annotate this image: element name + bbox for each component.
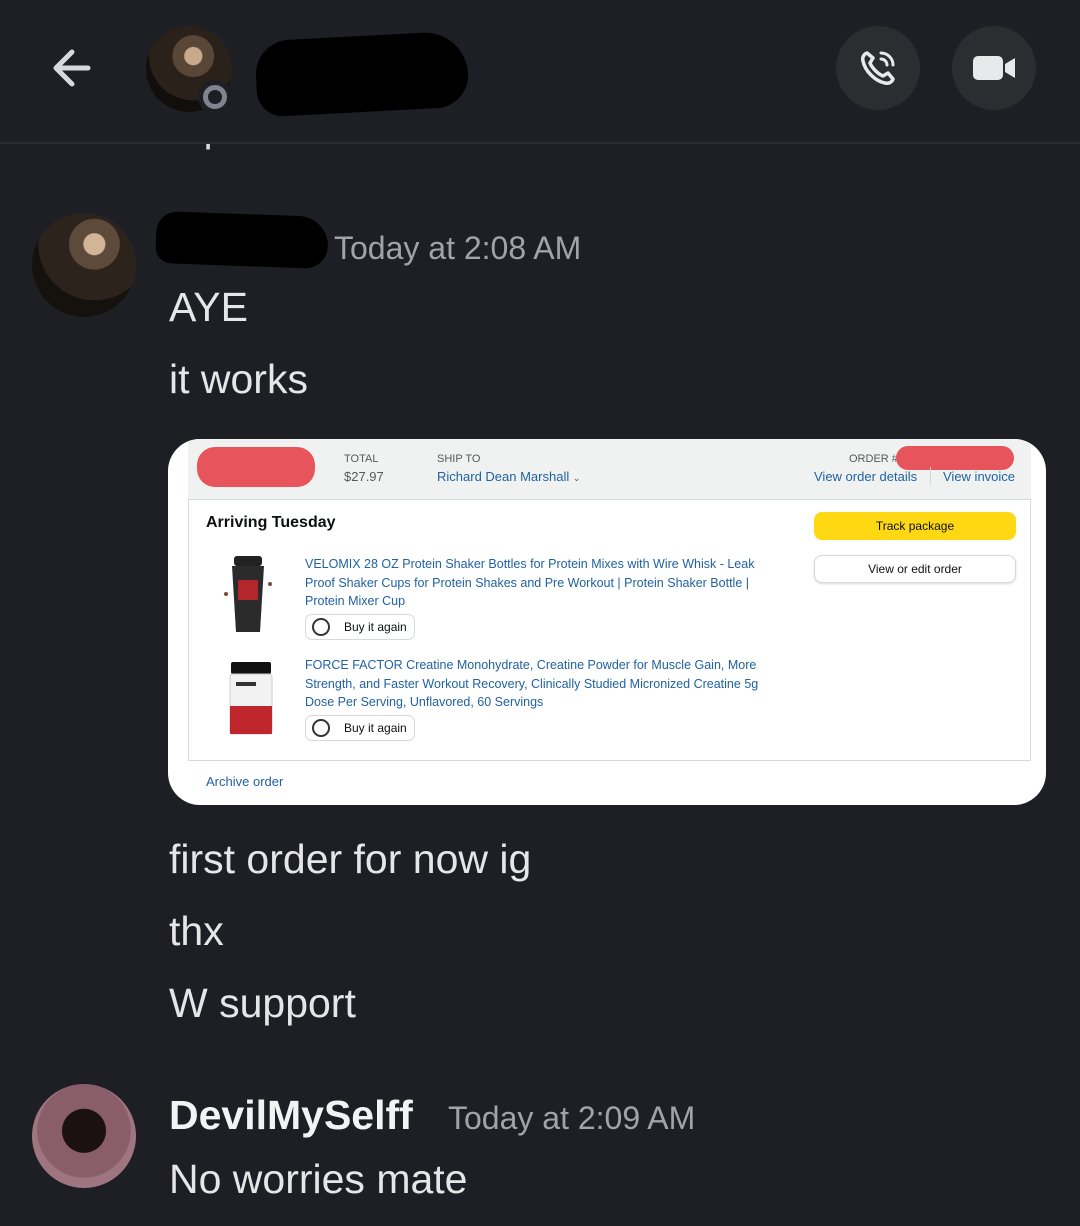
arrow-left-icon xyxy=(53,49,91,87)
view-edit-order-button[interactable]: View or edit order xyxy=(814,555,1016,583)
reorder-icon xyxy=(312,719,330,737)
voice-call-button[interactable] xyxy=(836,26,920,110)
divider xyxy=(930,467,931,485)
message-text: it works xyxy=(169,356,308,402)
track-package-button[interactable]: Track package xyxy=(814,512,1016,540)
chat-header xyxy=(0,0,1080,144)
view-invoice-link[interactable]: View invoice xyxy=(943,469,1015,484)
archive-order-link[interactable]: Archive order xyxy=(206,774,283,789)
total-value: $27.97 xyxy=(344,469,384,484)
ship-to-label: SHIP TO xyxy=(437,453,481,465)
message-text: No worries mate xyxy=(169,1156,468,1202)
image-attachment[interactable]: TOTAL $27.97 SHIP TO Richard Dean Marsha… xyxy=(168,439,1046,805)
reorder-icon xyxy=(312,618,330,636)
phone-call-icon xyxy=(861,51,895,85)
order-number-label: ORDER # xyxy=(849,453,898,465)
shaker-bottle-image xyxy=(224,556,272,632)
buy-it-again-label: Buy it again xyxy=(344,721,407,735)
delivery-status: Arriving Tuesday xyxy=(206,514,336,531)
message-timestamp: Today at 2:08 AM xyxy=(334,230,582,266)
buy-it-again-button[interactable]: Buy it again xyxy=(305,715,415,741)
buy-it-again-label: Buy it again xyxy=(344,620,407,634)
creatine-tub-image xyxy=(229,662,273,735)
product-title-link[interactable]: VELOMIX 28 OZ Protein Shaker Bottles for… xyxy=(305,555,785,611)
ship-to-name-text: Richard Dean Marshall xyxy=(437,469,570,484)
view-order-details-link[interactable]: View order details xyxy=(814,469,917,484)
back-button[interactable] xyxy=(44,40,104,96)
author-username[interactable]: DevilMySelff xyxy=(169,1092,413,1139)
video-call-button[interactable] xyxy=(952,26,1036,110)
redaction-mark xyxy=(197,447,315,487)
video-camera-icon xyxy=(973,56,1015,80)
author-avatar[interactable] xyxy=(32,213,136,317)
redacted-contact-name xyxy=(254,30,470,118)
redaction-mark xyxy=(896,446,1014,470)
offline-status-indicator xyxy=(198,80,232,114)
chevron-down-icon: ⌄ xyxy=(572,473,581,483)
message-text: W support xyxy=(169,980,356,1026)
message-text: first order for now ig xyxy=(169,836,532,882)
author-avatar[interactable] xyxy=(32,1084,136,1188)
redacted-author-name xyxy=(155,211,329,269)
message-timestamp: Today at 2:09 AM xyxy=(448,1100,696,1136)
total-label: TOTAL xyxy=(344,453,379,465)
ship-to-name[interactable]: Richard Dean Marshall ⌄ xyxy=(437,469,580,484)
product-title-link[interactable]: FORCE FACTOR Creatine Monohydrate, Creat… xyxy=(305,656,785,712)
buy-it-again-button[interactable]: Buy it again xyxy=(305,614,415,640)
message-text: thx xyxy=(169,908,224,954)
message-text: AYE xyxy=(169,284,248,330)
